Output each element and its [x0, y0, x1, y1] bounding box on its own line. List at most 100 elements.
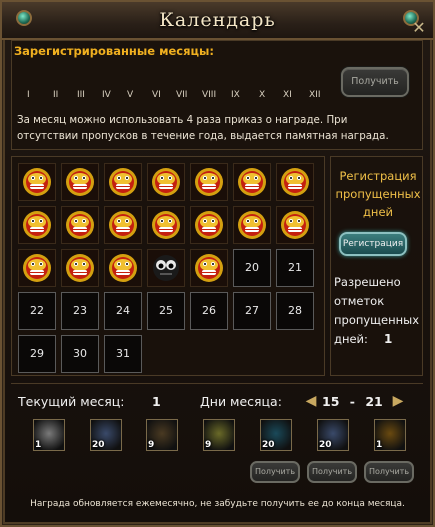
- title-bar[interactable]: Календарь: [2, 2, 433, 40]
- get-reward-button-2[interactable]: Получить: [307, 461, 357, 483]
- missed-face-icon: [151, 253, 181, 283]
- day-cell-stamped[interactable]: [147, 206, 185, 244]
- lion-stamp-icon: [65, 167, 95, 197]
- month-numeral: XI: [283, 90, 292, 100]
- current-month-value: 1: [152, 394, 161, 409]
- item-count: 20: [262, 440, 275, 450]
- close-icon[interactable]: ✕: [411, 20, 427, 36]
- day-cell-stamped[interactable]: [104, 163, 142, 201]
- item-count: 9: [205, 440, 212, 450]
- allowed-missed-count: 1: [384, 332, 393, 346]
- month-numeral: VII: [176, 90, 188, 100]
- day-cell-stamped[interactable]: [190, 249, 228, 287]
- missed-days-title: Регистрация пропущенных дней: [335, 169, 421, 219]
- get-year-reward-button[interactable]: Получить: [341, 67, 409, 97]
- day-cell-stamped[interactable]: [61, 206, 99, 244]
- yellow-scroll-icon[interactable]: 9: [203, 419, 235, 451]
- day-cell-stamped[interactable]: [18, 206, 56, 244]
- month-numeral: IX: [231, 90, 240, 100]
- lion-stamp-icon: [22, 210, 52, 240]
- day-cell[interactable]: 21: [276, 249, 314, 287]
- lion-stamp-icon: [108, 253, 138, 283]
- lion-stamp-icon: [151, 167, 181, 197]
- lion-stamp-icon: [22, 167, 52, 197]
- get-reward-button-1[interactable]: Получить: [250, 461, 300, 483]
- swirl-horn-icon[interactable]: 20: [317, 419, 349, 451]
- day-cell-stamped[interactable]: [233, 163, 271, 201]
- day-cell[interactable]: 30: [61, 335, 99, 373]
- day-cell-stamped[interactable]: [233, 206, 271, 244]
- item-count: 1: [35, 440, 42, 450]
- day-cell-missed[interactable]: [147, 249, 185, 287]
- month-numeral: VI: [152, 90, 161, 100]
- day-cell-stamped[interactable]: [190, 163, 228, 201]
- book-icon[interactable]: 1: [374, 419, 406, 451]
- register-missed-button[interactable]: Регистрация: [339, 232, 407, 256]
- range-start: 15: [322, 394, 340, 409]
- month-numeral: II: [53, 90, 59, 100]
- day-cell[interactable]: 22: [18, 292, 56, 330]
- parchment-icon[interactable]: 9: [146, 419, 178, 451]
- day-cell-stamped[interactable]: [147, 163, 185, 201]
- item-count: 20: [92, 440, 105, 450]
- month-numeral: IV: [102, 90, 111, 100]
- lion-stamp-icon: [22, 253, 52, 283]
- prev-week-arrow-icon[interactable]: ◀: [303, 393, 319, 409]
- month-numeral: VIII: [202, 90, 217, 100]
- month-numeral: V: [127, 90, 134, 100]
- day-cell-stamped[interactable]: [276, 163, 314, 201]
- registered-months-title: Зарегистрированные месяцы:: [14, 44, 214, 58]
- swirl-horn-icon[interactable]: 20: [90, 419, 122, 451]
- months-description: За месяц можно использовать 4 раза прика…: [17, 114, 389, 142]
- month-numeral: III: [77, 90, 85, 100]
- day-cell[interactable]: 29: [18, 335, 56, 373]
- lion-stamp-icon: [280, 167, 310, 197]
- day-cell-stamped[interactable]: [104, 249, 142, 287]
- lion-stamp-icon: [151, 210, 181, 240]
- allowed-missed-text: Разрешено отметок пропущенных дней:: [334, 275, 420, 346]
- lion-stamp-icon: [65, 253, 95, 283]
- day-cell-stamped[interactable]: [61, 249, 99, 287]
- lion-stamp-icon: [280, 210, 310, 240]
- lion-stamp-icon: [194, 167, 224, 197]
- day-cell[interactable]: 28: [276, 292, 314, 330]
- month-numeral: XII: [309, 90, 321, 100]
- range-end: 21: [365, 394, 383, 409]
- footer-note: Награда обновляется ежемесячно, не забуд…: [30, 499, 405, 509]
- day-cell-stamped[interactable]: [276, 206, 314, 244]
- day-cell-stamped[interactable]: [18, 249, 56, 287]
- lion-stamp-icon: [65, 210, 95, 240]
- lion-stamp-icon: [108, 210, 138, 240]
- get-reward-button-3[interactable]: Получить: [364, 461, 414, 483]
- item-count: 1: [376, 440, 383, 450]
- day-range: 15 - 21: [322, 394, 383, 409]
- day-cell-stamped[interactable]: [61, 163, 99, 201]
- lion-stamp-icon: [194, 210, 224, 240]
- day-cell-stamped[interactable]: [190, 206, 228, 244]
- current-month-label: Текущий месяц:: [18, 394, 125, 409]
- day-cell[interactable]: 27: [233, 292, 271, 330]
- month-numeral: X: [259, 90, 266, 100]
- lion-stamp-icon: [237, 167, 267, 197]
- day-cell[interactable]: 31: [104, 335, 142, 373]
- month-days-label: Дни месяца:: [200, 394, 282, 409]
- gem-chest-icon[interactable]: 20: [260, 419, 292, 451]
- divider: [11, 383, 423, 384]
- day-cell[interactable]: 26: [190, 292, 228, 330]
- day-cell[interactable]: 20: [233, 249, 271, 287]
- month-numeral: I: [27, 90, 30, 100]
- window-title: Календарь: [159, 9, 276, 31]
- day-cell[interactable]: 24: [104, 292, 142, 330]
- day-cell-stamped[interactable]: [104, 206, 142, 244]
- item-count: 20: [319, 440, 332, 450]
- lion-stamp-icon: [237, 210, 267, 240]
- item-count: 9: [148, 440, 155, 450]
- scroll-icon[interactable]: 1: [33, 419, 65, 451]
- lion-stamp-icon: [108, 167, 138, 197]
- next-week-arrow-icon[interactable]: ▶: [390, 393, 406, 409]
- day-cell[interactable]: 25: [147, 292, 185, 330]
- lion-stamp-icon: [194, 253, 224, 283]
- day-cell[interactable]: 23: [61, 292, 99, 330]
- range-separator: -: [349, 394, 355, 409]
- day-cell-stamped[interactable]: [18, 163, 56, 201]
